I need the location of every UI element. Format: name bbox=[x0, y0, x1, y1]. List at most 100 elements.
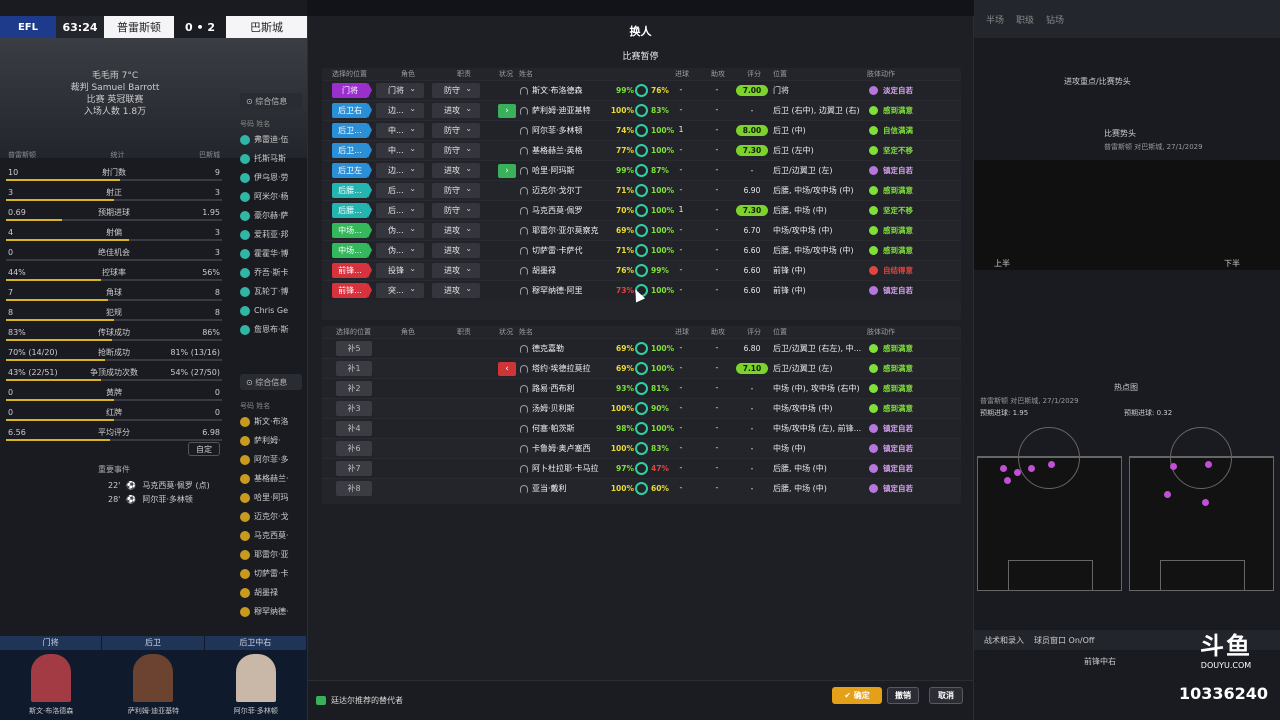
player-name[interactable]: 阿尔菲·多林顿 bbox=[532, 125, 583, 136]
role-dropdown[interactable]: 中... ⌄ bbox=[376, 143, 424, 158]
player-name[interactable]: 阿卜杜拉耶·卡马拉 bbox=[532, 463, 599, 474]
player-name[interactable]: 塔约·埃德拉莫拉 bbox=[532, 363, 591, 374]
lineup-player[interactable]: 瓦轮丁·博 bbox=[240, 282, 307, 301]
position-tag[interactable]: 补7 bbox=[336, 461, 372, 476]
duty-dropdown[interactable]: 进攻 ⌄ bbox=[432, 163, 480, 178]
player-name[interactable]: 亚当·戴利 bbox=[532, 483, 567, 494]
player-row[interactable]: 中场... 伪... ⌄ 进攻 ⌄ 切萨雷·卡萨代 71% 100% - -6.60 后腰, 中场/… bbox=[322, 240, 961, 260]
duty-dropdown[interactable]: 进攻 ⌄ bbox=[432, 103, 480, 118]
position-tag[interactable]: 前锋... bbox=[332, 263, 372, 278]
player-row[interactable]: 后卫... 中... ⌄ 防守 ⌄ 阿尔菲·多林顿 74% 100% 1-8.00 后卫 (中) 自… bbox=[322, 120, 961, 140]
position-tag[interactable]: 中场... bbox=[332, 243, 372, 258]
role-dropdown[interactable]: 边... ⌄ bbox=[376, 163, 424, 178]
lineup-player[interactable]: 耶雷尔·亚 bbox=[240, 545, 307, 564]
player-name[interactable]: 切萨雷·卡萨代 bbox=[532, 245, 583, 256]
role-dropdown[interactable]: 投锋 ⌄ bbox=[376, 263, 424, 278]
lineup-player[interactable]: 迈克尔·戈 bbox=[240, 507, 307, 526]
duty-dropdown[interactable]: 防守 ⌄ bbox=[432, 183, 480, 198]
role-dropdown[interactable]: 伪... ⌄ bbox=[376, 223, 424, 238]
sub-out-button[interactable]: ‹ bbox=[498, 362, 516, 376]
duty-dropdown[interactable]: 防守 ⌄ bbox=[432, 143, 480, 158]
lineup-player[interactable]: 哈里·阿玛 bbox=[240, 488, 307, 507]
role-dropdown[interactable]: 门将 ⌄ bbox=[376, 83, 424, 98]
player-name[interactable]: 胡墨禄 bbox=[532, 265, 556, 276]
cancel-button[interactable]: 取消 bbox=[929, 687, 963, 704]
duty-dropdown[interactable]: 进攻 ⌄ bbox=[432, 223, 480, 238]
position-tag[interactable]: 后腰... bbox=[332, 183, 372, 198]
position-tag[interactable]: 门将 bbox=[332, 83, 372, 98]
player-name[interactable]: 汤姆·贝利斯 bbox=[532, 403, 575, 414]
recommended-subs-link[interactable]: 廷达尔推荐的替代者 bbox=[316, 695, 403, 706]
position-tag[interactable]: 补1 bbox=[336, 361, 372, 376]
role-dropdown[interactable]: 后... ⌄ bbox=[376, 183, 424, 198]
position-tag[interactable]: 补5 bbox=[336, 341, 372, 356]
player-name[interactable]: 耶雷尔·亚尔莫察克 bbox=[532, 225, 599, 236]
position-tag[interactable]: 前锋... bbox=[332, 283, 372, 298]
position-tag[interactable]: 后卫... bbox=[332, 143, 372, 158]
duty-dropdown[interactable]: 防守 ⌄ bbox=[432, 203, 480, 218]
player-name[interactable]: 卡鲁姆·奥卢塞西 bbox=[532, 443, 591, 454]
position-tag[interactable]: 中场... bbox=[332, 223, 372, 238]
duty-dropdown[interactable]: 防守 ⌄ bbox=[432, 83, 480, 98]
position-tag[interactable]: 后卫左 bbox=[332, 163, 372, 178]
lineup-player[interactable]: 豪尔赫·萨 bbox=[240, 206, 307, 225]
confirm-button[interactable]: ✔ 确定 bbox=[832, 687, 882, 704]
duty-dropdown[interactable]: 进攻 ⌄ bbox=[432, 283, 480, 298]
role-dropdown[interactable]: 边... ⌄ bbox=[376, 103, 424, 118]
lineup-player[interactable]: 霍霍华·博 bbox=[240, 244, 307, 263]
player-name[interactable]: 基格赫兰·英格 bbox=[532, 145, 583, 156]
player-row[interactable]: 门将 门将 ⌄ 防守 ⌄ 斯文·布洛德森 99% 76% - - 7.00 门将 淡定自若 bbox=[322, 80, 961, 100]
player-name[interactable]: 斯文·布洛德森 bbox=[532, 85, 583, 96]
player-window-toggle[interactable]: 球员窗口 On/Off bbox=[1034, 635, 1094, 646]
sub-in-button[interactable]: › bbox=[498, 164, 516, 178]
lineup-player[interactable]: 胡墨禄 bbox=[240, 583, 307, 602]
position-tag[interactable]: 后腰... bbox=[332, 203, 372, 218]
toolbar-item[interactable]: 半场 bbox=[986, 13, 1004, 26]
position-tag[interactable]: 补8 bbox=[336, 481, 372, 496]
player-name[interactable]: 穆罕纳德·阿里 bbox=[532, 285, 583, 296]
player-row[interactable]: 后卫左 边... ⌄ 进攻 ⌄ › 哈里·阿玛斯 99% 87% - - - 后卫/边翼卫 (左) 镇定自… bbox=[322, 160, 961, 180]
player-name[interactable]: 马克西莫·佩罗 bbox=[532, 205, 583, 216]
substitute-row[interactable]: 补4 何塞·帕茨斯 98% 100% - - - 中场/攻中场 (左), 前锋... 镇定自若 bbox=[322, 418, 961, 438]
lineup-player[interactable]: 爱莉亚·邦 bbox=[240, 225, 307, 244]
lineup-player[interactable]: Chris Ge bbox=[240, 301, 307, 320]
lineup-player[interactable]: 萨利姆· bbox=[240, 431, 307, 450]
substitute-row[interactable]: 补8 亚当·戴利 100% 60% - - - 后腰, 中场 (中) 镇定自若 bbox=[322, 478, 961, 498]
lineup-player[interactable]: 切萨雷·卡 bbox=[240, 564, 307, 583]
position-tag[interactable]: 补3 bbox=[336, 401, 372, 416]
lineup-player[interactable]: 詹恩布·斯 bbox=[240, 320, 307, 339]
player-row[interactable]: 前锋... 投锋 ⌄ 进攻 ⌄ 胡墨禄 76% 99% - - 6.60 前锋 (中) 自结得意 bbox=[322, 260, 961, 280]
lineup-player[interactable]: 弗雷迪·伍 bbox=[240, 130, 307, 149]
player-name[interactable]: 萨利姆·迪亚基特 bbox=[532, 105, 591, 116]
lineup-player[interactable]: 斯文·布洛 bbox=[240, 412, 307, 431]
position-tag[interactable]: 补6 bbox=[336, 441, 372, 456]
toolbar-item[interactable]: 职级 bbox=[1016, 13, 1034, 26]
player-name[interactable]: 迈克尔·戈尔丁 bbox=[532, 185, 583, 196]
lineup-player[interactable]: 托斯马斯 bbox=[240, 149, 307, 168]
duty-dropdown[interactable]: 进攻 ⌄ bbox=[432, 243, 480, 258]
player-name[interactable]: 哈里·阿玛斯 bbox=[532, 165, 575, 176]
substitute-row[interactable]: 补5 德克嘉勒 69% 100% - -6.80 后卫/边翼卫 (右左), 中... 感到满意 bbox=[322, 338, 961, 358]
substitute-row[interactable]: 补3 汤姆·贝利斯 100% 90% - - - 中场/攻中场 (中) 感到满意 bbox=[322, 398, 961, 418]
custom-button[interactable]: 自定 bbox=[188, 442, 220, 456]
player-name[interactable]: 德克嘉勒 bbox=[532, 343, 564, 354]
position-tag[interactable]: 补2 bbox=[336, 381, 372, 396]
role-dropdown[interactable]: 中... ⌄ bbox=[376, 123, 424, 138]
lineup-player[interactable]: 基格赫兰· bbox=[240, 469, 307, 488]
lineup-player[interactable]: 伊乌恩·劳 bbox=[240, 168, 307, 187]
sub-in-button[interactable]: › bbox=[498, 104, 516, 118]
player-name[interactable]: 何塞·帕茨斯 bbox=[532, 423, 575, 434]
player-row[interactable]: 后腰... 后... ⌄ 防守 ⌄ 迈克尔·戈尔丁 71% 100% - -6.90 后腰, 中场/… bbox=[322, 180, 961, 200]
substitute-row[interactable]: 补7 阿卜杜拉耶·卡马拉 97% 47% - - - 后腰, 中场 (中) 镇定自若 bbox=[322, 458, 961, 478]
lineup-player[interactable]: 阿米尔·杨 bbox=[240, 187, 307, 206]
position-tag[interactable]: 后卫右 bbox=[332, 103, 372, 118]
position-tag[interactable]: 补4 bbox=[336, 421, 372, 436]
player-name[interactable]: 路易·西布利 bbox=[532, 383, 575, 394]
lineup-player[interactable]: 阿尔菲·多 bbox=[240, 450, 307, 469]
position-tag[interactable]: 后卫... bbox=[332, 123, 372, 138]
toolbar-item[interactable]: 钻场 bbox=[1046, 13, 1064, 26]
lineup-player[interactable]: 乔吾·斯卡 bbox=[240, 263, 307, 282]
player-row[interactable]: 后腰... 后... ⌄ 防守 ⌄ 马克西莫·佩罗 70% 100% 1-7.30 后腰, 中场 … bbox=[322, 200, 961, 220]
undo-button[interactable]: 撤销 bbox=[887, 687, 919, 704]
player-row[interactable]: 后卫... 中... ⌄ 防守 ⌄ 基格赫兰·英格 77% 100% - -7.30 后卫 (左中)… bbox=[322, 140, 961, 160]
